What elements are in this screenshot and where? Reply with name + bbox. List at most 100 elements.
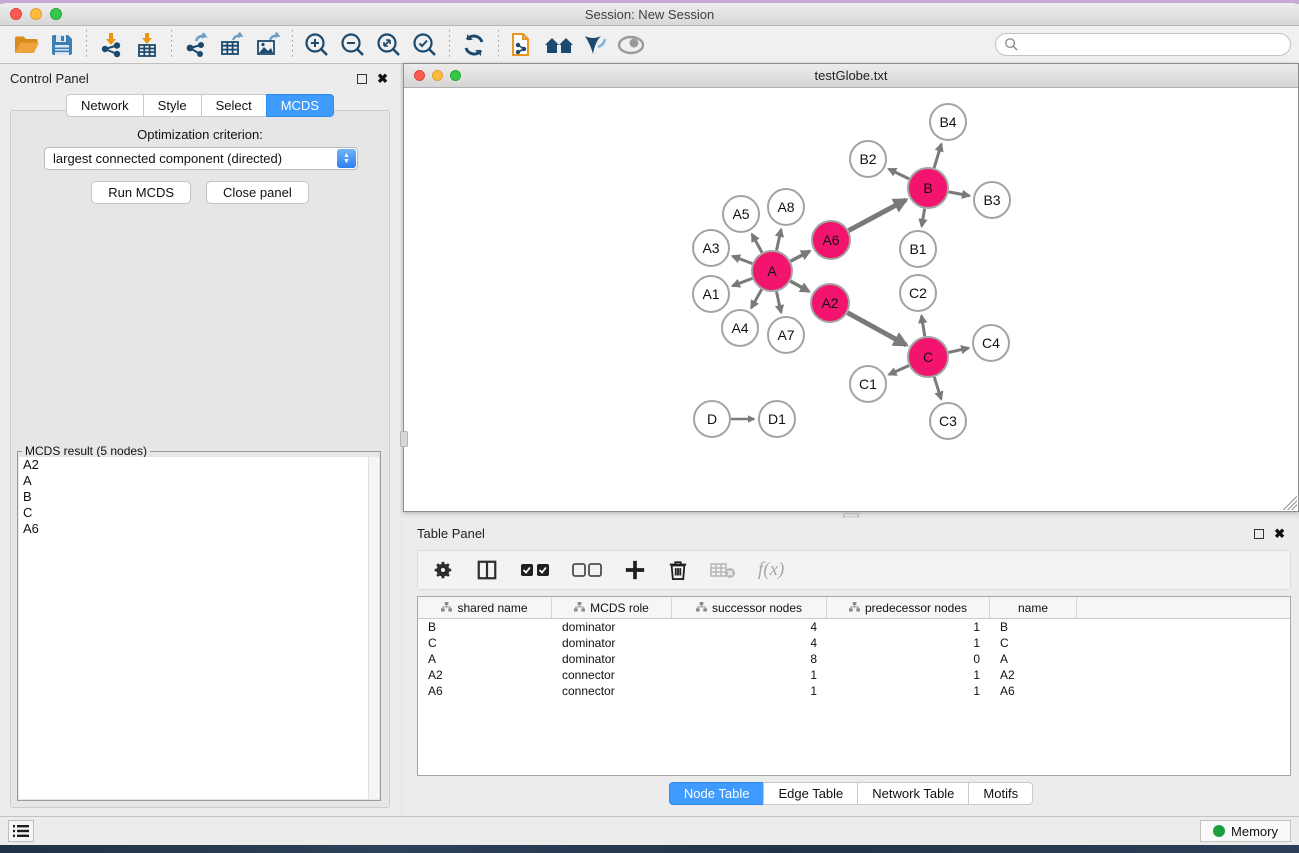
cell-mcds-role[interactable]: dominator [552,635,672,651]
tab-motifs[interactable]: Motifs [968,782,1033,805]
tab-select[interactable]: Select [201,94,266,117]
deselect-all-rows-button[interactable] [572,557,602,583]
edge-A6-B[interactable] [849,200,906,231]
table-row[interactable]: A2connector11A2 [418,667,1290,683]
column-header-successor-nodes[interactable]: successor nodes [672,597,827,618]
delete-column-button[interactable] [668,557,688,583]
column-header-predecessor-nodes[interactable]: predecessor nodes [827,597,990,618]
float-panel-icon[interactable] [357,74,367,84]
node-B4[interactable]: B4 [930,104,966,140]
table-row[interactable]: A6connector11A6 [418,683,1290,699]
resize-grip[interactable] [1283,496,1297,510]
cell-successor-nodes[interactable]: 8 [672,651,827,667]
search-box[interactable] [995,33,1291,56]
node-A2[interactable]: A2 [811,284,849,322]
edge-A-A8[interactable] [776,229,781,250]
export-image-button[interactable] [250,29,286,61]
node-A6[interactable]: A6 [812,221,850,259]
column-header-name[interactable]: name [990,597,1077,618]
cell-predecessor-nodes[interactable]: 1 [827,667,990,683]
select-all-rows-button[interactable] [520,557,550,583]
edge-B-B2[interactable] [889,169,909,179]
cell-name[interactable]: A [990,651,1077,667]
column-header-mcds-role[interactable]: MCDS role [552,597,672,618]
create-column-button[interactable] [624,557,646,583]
edge-B-B3[interactable] [949,192,970,196]
cell-mcds-role[interactable]: dominator [552,651,672,667]
tab-network[interactable]: Network [66,94,143,117]
cell-successor-nodes[interactable]: 4 [672,635,827,651]
float-table-panel-icon[interactable] [1254,529,1264,539]
edge-B-B1[interactable] [922,209,925,227]
cell-mcds-role[interactable]: connector [552,683,672,699]
node-B1[interactable]: B1 [900,231,936,267]
cell-mcds-role[interactable]: dominator [552,619,672,635]
cell-name[interactable]: A6 [990,683,1077,699]
cell-name[interactable]: A2 [990,667,1077,683]
network-view-window[interactable]: testGlobe.txt B4B2BB3B1A5A8A6A3AA1A4A7A2… [403,63,1299,512]
cell-successor-nodes[interactable]: 1 [672,683,827,699]
table-settings-button[interactable] [432,557,454,583]
cell-name[interactable]: B [990,619,1077,635]
node-A3[interactable]: A3 [693,230,729,266]
mcds-result-list[interactable]: A2ABCA6 [19,457,379,799]
node-B3[interactable]: B3 [974,182,1010,218]
edge-A-A4[interactable] [751,289,761,308]
node-A5[interactable]: A5 [723,196,759,232]
scrollbar[interactable] [368,457,379,799]
node-B2[interactable]: B2 [850,141,886,177]
node-table[interactable]: shared nameMCDS rolesuccessor nodesprede… [417,596,1291,776]
table-row[interactable]: Cdominator41C [418,635,1290,651]
edge-A-A1[interactable] [733,278,753,285]
cell-shared-name[interactable]: B [418,619,552,635]
mcds-result-item[interactable]: A2 [19,457,379,473]
mcds-result-item[interactable]: A6 [19,521,379,537]
node-C1[interactable]: C1 [850,366,886,402]
cell-shared-name[interactable]: A6 [418,683,552,699]
edge-B-B4[interactable] [934,144,941,168]
show-columns-button[interactable] [476,557,498,583]
edge-A-A7[interactable] [776,292,781,313]
node-B[interactable]: B [908,168,948,208]
node-C[interactable]: C [908,337,948,377]
edge-A-A2[interactable] [790,281,809,291]
refresh-button[interactable] [456,29,492,61]
edge-C-C4[interactable] [948,348,968,352]
hide-details-button[interactable] [613,29,649,61]
tab-node-table[interactable]: Node Table [669,782,764,805]
export-network-button[interactable] [178,29,214,61]
save-session-button[interactable] [44,29,80,61]
app-titlebar[interactable]: Session: New Session [0,3,1299,26]
cell-mcds-role[interactable]: connector [552,667,672,683]
column-header-shared-name[interactable]: shared name [418,597,552,618]
close-panel-icon[interactable]: ✖ [377,74,388,84]
cell-shared-name[interactable]: A2 [418,667,552,683]
edge-C-C3[interactable] [934,377,941,399]
vertical-splitter-handle[interactable] [400,431,408,447]
zoom-selected-button[interactable] [407,29,443,61]
node-A8[interactable]: A8 [768,189,804,225]
cell-shared-name[interactable]: C [418,635,552,651]
mcds-result-item[interactable]: B [19,489,379,505]
cell-predecessor-nodes[interactable]: 1 [827,635,990,651]
cell-predecessor-nodes[interactable]: 1 [827,683,990,699]
table-row[interactable]: Adominator80A [418,651,1290,667]
edge-A2-C[interactable] [848,313,907,345]
cell-predecessor-nodes[interactable]: 1 [827,619,990,635]
tab-mcds[interactable]: MCDS [266,94,334,117]
edge-C-C1[interactable] [889,366,909,375]
network-canvas[interactable]: B4B2BB3B1A5A8A6A3AA1A4A7A2C2CC4C1C3DD1 [405,89,1297,510]
close-panel-button[interactable]: Close panel [206,181,309,204]
node-D1[interactable]: D1 [759,401,795,437]
zoom-out-button[interactable] [335,29,371,61]
import-network-button[interactable] [93,29,129,61]
cell-predecessor-nodes[interactable]: 0 [827,651,990,667]
memory-button[interactable]: Memory [1200,820,1291,842]
search-input[interactable] [1019,38,1282,52]
graphics-details-button[interactable] [577,29,613,61]
network-graph[interactable]: B4B2BB3B1A5A8A6A3AA1A4A7A2C2CC4C1C3DD1 [405,89,1299,512]
network-window-titlebar[interactable]: testGlobe.txt [404,64,1298,88]
cell-successor-nodes[interactable]: 4 [672,619,827,635]
edge-C-C2[interactable] [922,316,925,337]
tab-network-table[interactable]: Network Table [857,782,968,805]
